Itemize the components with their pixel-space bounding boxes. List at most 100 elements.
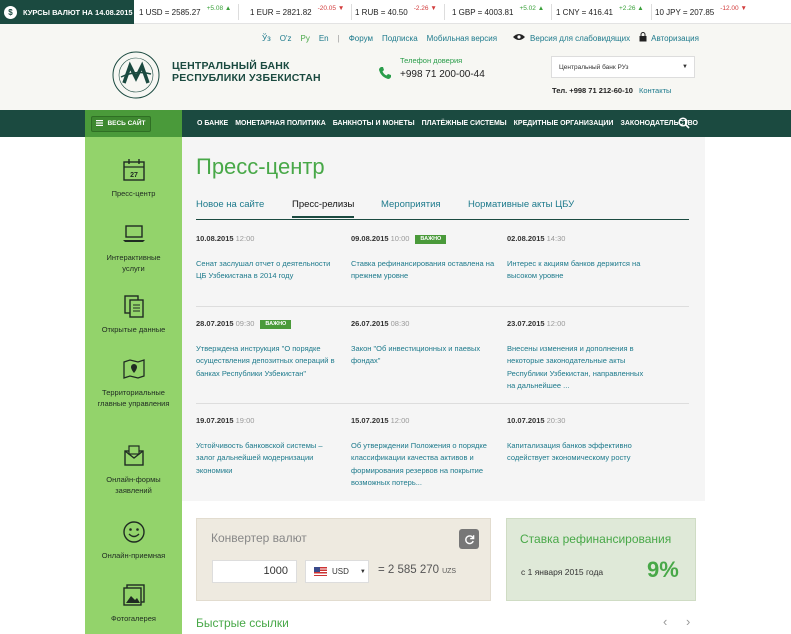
news-item[interactable]: 02.08.2015 14:30 Интерес к акциям банков… <box>507 233 652 283</box>
nav-items: О БАНКЕ МОНЕТАРНАЯ ПОЛИТИКА БАНКНОТЫ И М… <box>197 110 705 137</box>
sidebar-item-online-reception[interactable]: Онлайн-приемная <box>85 519 182 561</box>
sidebar-item-online-forms[interactable]: Онлайн-формы заявлений <box>85 443 182 496</box>
news-item[interactable]: 10.07.2015 20:30 Капитализация банков эф… <box>507 415 652 465</box>
refinancing-rate-card[interactable]: Ставка рефинансирования с 1 января 2015 … <box>506 518 696 601</box>
search-icon[interactable] <box>678 117 690 132</box>
documents-icon <box>121 293 147 319</box>
hotline-label: Телефон доверия <box>400 56 463 65</box>
news-link[interactable]: Ставка рефинансирования оставлена на пре… <box>351 258 496 283</box>
all-site-panel: ВЕСЬ САЙТ <box>85 110 182 137</box>
news-date: 10.08.2015 <box>196 234 234 243</box>
quick-links-title: Быстрые ссылки <box>196 616 289 630</box>
refinancing-value: 9% <box>647 557 679 582</box>
news-item[interactable]: 15.07.2015 12:00 Об утверждении Положени… <box>351 415 496 490</box>
news-link[interactable]: Об утверждении Положения о порядке класс… <box>351 440 496 490</box>
smiley-icon <box>121 519 147 545</box>
rate-jpy: 10 JPY = 207.85 -12.00 ▼ <box>655 0 747 24</box>
news-item[interactable]: 28.07.2015 09:30 ВАЖНО Утверждена инструк… <box>196 318 341 380</box>
chevron-left-icon[interactable]: ‹ <box>663 614 667 629</box>
news-item[interactable]: 23.07.2015 12:00 Внесены изменения и доп… <box>507 318 652 393</box>
forum-link[interactable]: Форум <box>349 34 373 43</box>
news-link[interactable]: Закон "Об инвестиционных и паевых фондах… <box>351 343 496 368</box>
important-badge: ВАЖНО <box>415 235 447 244</box>
news-link[interactable]: Сенат заслушал отчет о деятельности ЦБ У… <box>196 258 341 283</box>
main-nav: ВЕСЬ САЙТ О БАНКЕ МОНЕТАРНАЯ ПОЛИТИКА БА… <box>0 110 791 137</box>
laptop-icon <box>121 221 147 247</box>
news-link[interactable]: Утверждена инструкция "О порядке осущест… <box>196 343 341 381</box>
us-flag-icon <box>314 567 327 576</box>
news-item[interactable]: 19.07.2015 19:00 Устойчивость банковской… <box>196 415 341 477</box>
news-time: 12:00 <box>390 416 410 425</box>
tab-regulations[interactable]: Нормативные акты ЦБУ <box>468 199 574 210</box>
rate-change: -20.05 ▼ <box>317 4 345 12</box>
accessibility-link[interactable]: Версия для слабовидящих <box>530 34 630 43</box>
news-item[interactable]: 09.08.2015 10:00 ВАЖНО Ставка рефинансиро… <box>351 233 496 283</box>
rate-eur: 1 EUR = 2821.82 -20.05 ▼ <box>250 0 353 24</box>
currency-converter: Конвертер валют 1000 USD ▼ = 2 585 270 UZ… <box>196 518 491 601</box>
tab-events[interactable]: Мероприятия <box>381 199 441 210</box>
map-pin-icon <box>121 356 147 382</box>
news-item[interactable]: 26.07.2015 08:30 Закон "Об инвестиционны… <box>351 318 496 368</box>
all-site-label: ВЕСЬ САЙТ <box>107 120 146 127</box>
news-time: 12:00 <box>235 234 255 243</box>
rate-change: +5.02 ▲ <box>519 4 545 12</box>
subscribe-link[interactable]: Подписка <box>382 34 418 43</box>
news-date: 19.07.2015 <box>196 416 234 425</box>
rate-change: -2.26 ▼ <box>413 4 437 12</box>
conversion-result: = 2 585 270 UZS <box>378 564 456 576</box>
news-link[interactable]: Внесены изменения и дополнения в некотор… <box>507 343 652 393</box>
tab-whats-new[interactable]: Новое на сайте <box>196 199 264 210</box>
chevron-right-icon[interactable]: › <box>686 614 690 629</box>
rate-text: 1 CNY = 416.41 <box>556 7 614 17</box>
tab-press-releases[interactable]: Пресс-релизы <box>292 199 355 218</box>
sidebar-item-photo-gallery[interactable]: Фотогалерея <box>85 582 182 624</box>
news-link[interactable]: Устойчивость банковской системы – залог … <box>196 440 341 478</box>
nav-item-payment-systems[interactable]: ПЛАТЁЖНЫЕ СИСТЕМЫ <box>422 120 507 127</box>
bank-logo[interactable] <box>111 50 161 100</box>
sidebar-item-label: Интерактивные услуги <box>106 253 161 273</box>
lang-en[interactable]: En <box>319 34 329 43</box>
sidebar-item-open-data[interactable]: Открытые данные <box>85 293 182 335</box>
news-date: 02.08.2015 <box>507 234 545 243</box>
rate-change: +2.26 ▲ <box>619 4 644 12</box>
mobile-version-link[interactable]: Мобильная версия <box>427 34 497 43</box>
refresh-icon[interactable] <box>459 529 479 549</box>
sidebar-item-label: Пресс-центр <box>111 189 156 198</box>
converter-title: Конвертер валют <box>211 531 307 545</box>
amount-input[interactable]: 1000 <box>212 560 297 583</box>
lock-icon <box>639 32 647 44</box>
news-date: 15.07.2015 <box>351 416 389 425</box>
nav-item-about[interactable]: О БАНКЕ <box>197 120 228 127</box>
sidebar-item-label: Онлайн-формы заявлений <box>106 475 161 495</box>
nav-item-credit-orgs[interactable]: КРЕДИТНЫЕ ОРГАНИЗАЦИИ <box>514 120 614 127</box>
ticker-label[interactable]: $ КУРСЫ ВАЛЮТ НА 14.08.2015 <box>0 0 134 24</box>
sidebar-item-territorial[interactable]: Территориальные главные управления <box>85 356 182 409</box>
bank-name-line1: ЦЕНТРАЛЬНЫЙ БАНК <box>172 60 290 72</box>
rate-text: 10 JPY = 207.85 <box>655 7 715 17</box>
contacts-link[interactable]: Контакты <box>639 86 671 95</box>
bank-name[interactable]: ЦЕНТРАЛЬНЫЙ БАНК РЕСПУБЛИКИ УЗБЕКИСТАН <box>172 60 321 84</box>
auth-link[interactable]: Авторизация <box>651 34 699 43</box>
rate-gbp: 1 GBP = 4003.81 +5.02 ▲ <box>452 0 553 24</box>
nav-item-monetary-policy[interactable]: МОНЕТАРНАЯ ПОЛИТИКА <box>235 120 326 127</box>
currency-select[interactable]: USD ▼ <box>305 560 369 583</box>
currency-select-value: USD <box>332 567 349 576</box>
nav-item-banknotes[interactable]: БАНКНОТЫ И МОНЕТЫ <box>333 120 415 127</box>
lang-ru[interactable]: Ру <box>301 34 310 43</box>
sidebar: 27 Пресс-центр Интерактивные услуги Откр… <box>85 137 182 634</box>
site-header: Ўз O'z Ру En | Форум Подписка Мобильная … <box>0 24 791 110</box>
bank-select-dropdown[interactable]: Центральный банк РУз ▼ <box>551 56 695 78</box>
sidebar-item-press-center[interactable]: 27 Пресс-центр <box>85 157 182 199</box>
sidebar-item-label: Открытые данные <box>101 325 166 334</box>
news-time: 19:00 <box>235 416 255 425</box>
all-site-button[interactable]: ВЕСЬ САЙТ <box>91 115 151 132</box>
lang-uz-lat[interactable]: O'z <box>280 34 292 43</box>
sidebar-item-interactive-services[interactable]: Интерактивные услуги <box>85 221 182 274</box>
lang-uz-cyr[interactable]: Ўз <box>262 34 271 43</box>
news-link[interactable]: Интерес к акциям банков держится на высо… <box>507 258 652 283</box>
news-item[interactable]: 10.08.2015 12:00 Сенат заслушал отчет о … <box>196 233 341 283</box>
news-link[interactable]: Капитализация банков эффективно содейств… <box>507 440 652 465</box>
rate-change: +5.08 ▲ <box>206 4 232 12</box>
chevron-down-icon: ▼ <box>359 568 366 575</box>
hotline-number[interactable]: +998 71 200-00-44 <box>400 69 485 80</box>
